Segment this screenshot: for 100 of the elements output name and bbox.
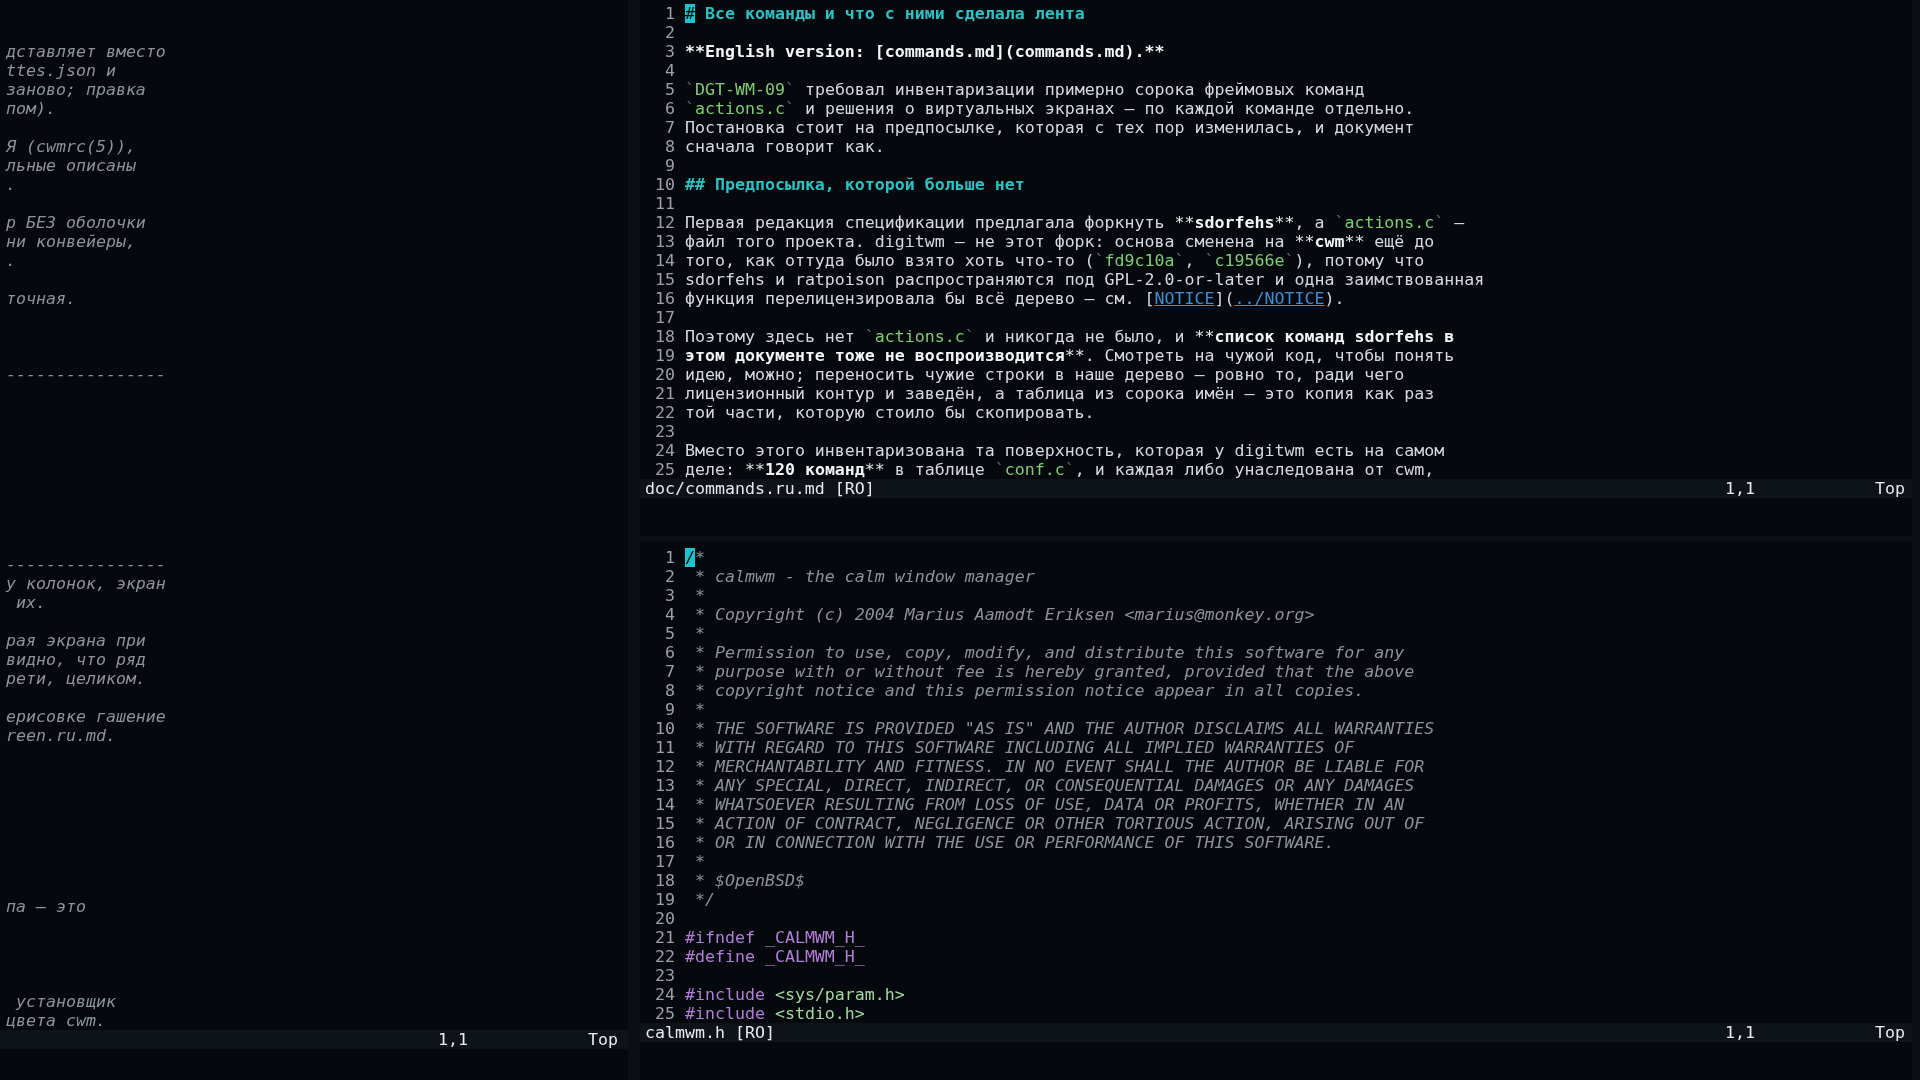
line-number: 2 <box>665 23 675 42</box>
text-line: цвета cwm. <box>6 1011 106 1030</box>
line-number: 18 <box>655 327 675 346</box>
cursor-position: 1,1 <box>1725 1022 1755 1042</box>
text-line: установщик <box>14 992 116 1011</box>
line-number: 7 <box>665 118 675 137</box>
line-number: 4 <box>665 61 675 80</box>
text-line: у колонок, экран <box>6 574 166 593</box>
line-number: 20 <box>655 908 675 928</box>
line-number: 25 <box>655 460 675 479</box>
line-number: 14 <box>655 251 675 270</box>
text-line: рети, целиком. <box>6 669 146 688</box>
text-line: ---------------- <box>6 555 166 574</box>
line-number: 15 <box>655 813 675 833</box>
text-line: ## Предпосылка, которой больше нет <box>685 175 1025 194</box>
line-number: 6 <box>665 642 675 662</box>
line-number: 22 <box>655 403 675 422</box>
line-number: 24 <box>655 984 675 1004</box>
text-line: лицензионный контур и заведён, а таблица из сорока имён — это копия как раз <box>685 384 1435 403</box>
text-line: р БЕЗ оболочки <box>6 213 146 232</box>
text-line: ttes.json и <box>6 61 116 80</box>
line-number: 19 <box>655 346 675 365</box>
line-number: 9 <box>665 699 675 719</box>
text-line: * <box>694 623 705 643</box>
text-line: sdorfehs и ratpoison распространяются под GPL-2.0-or-later и одна заимствованная <box>685 270 1485 289</box>
line-number: 15 <box>655 270 675 289</box>
text-line: идею, можно; переносить чужие строки в наше дерево — ровно то, ради чего <box>685 365 1405 384</box>
line-number: 12 <box>655 756 675 776</box>
line-number: 22 <box>655 946 675 966</box>
text-line: дставляет вместо <box>6 42 166 61</box>
text-line: #include <stdio.h> <box>685 1003 865 1023</box>
text-line: /* <box>685 547 705 567</box>
line-number: 8 <box>665 680 675 700</box>
text-line: файл того проекта. digitwm — не этот форк: основа сменена на **cwm** ещё до <box>685 232 1435 251</box>
line-number: 1 <box>665 547 675 567</box>
line-number: 5 <box>665 80 675 99</box>
text-line: # Все команды и что с ними сделала лента <box>685 4 1085 23</box>
line-number: 23 <box>655 422 675 441</box>
text-line: * <box>694 585 705 605</box>
text-line: * purpose with or without fee is hereby granted, provided that the above <box>694 661 1415 681</box>
line-number: 1 <box>665 4 675 23</box>
text-line: того, как оттуда было взято хоть что-то (`fd9c10a`, `c19566e`), потому что <box>685 251 1425 270</box>
line-number: 21 <box>655 384 675 403</box>
text-line: . <box>6 175 16 194</box>
line-number: 7 <box>665 661 675 681</box>
text-line: #include <sys/param.h> <box>685 984 905 1004</box>
line-number: 17 <box>655 851 675 871</box>
text-line: их. <box>15 593 46 612</box>
scroll-position: Top <box>1875 479 1905 498</box>
text-line: * ANY SPECIAL, DIRECT, INDIRECT, OR CONSEQUENTIAL DAMAGES OR ANY DAMAGES <box>694 775 1415 795</box>
text-line: * OR IN CONNECTION WITH THE USE OR PERFORMANCE OF THIS SOFTWARE. <box>694 832 1335 852</box>
file-name: doc/commands.ru.md [RO] <box>645 479 875 498</box>
text-line: Вместо этого инвентаризована та поверхность, которая у digitwm есть на самом <box>685 441 1445 460</box>
line-number: 3 <box>665 42 675 61</box>
line-number: 13 <box>655 232 675 251</box>
line-number: 8 <box>665 137 675 156</box>
text-line: `actions.c` и решения о виртуальных экранах — по каждой команде отдельно. <box>685 99 1415 118</box>
text-line: * WITH REGARD TO THIS SOFTWARE INCLUDING ALL IMPLIED WARRANTIES OF <box>694 737 1355 757</box>
line-number: 20 <box>655 365 675 384</box>
link[interactable]: ../NOTICE <box>1234 289 1325 308</box>
text-line: ерисовке гашение <box>6 707 166 726</box>
scroll-position: Top <box>588 1030 618 1049</box>
text-line: `DGT-WM-09` требовал инвентаризации примерно сорока фреймовых команд <box>685 80 1365 99</box>
line-number: 25 <box>655 1003 675 1023</box>
text-line: **English version: [commands.md](commands.md).** <box>685 42 1165 61</box>
text-line: льные описаны <box>6 156 136 175</box>
line-number: 19 <box>655 889 675 909</box>
line-number: 16 <box>655 289 675 308</box>
text-line: ---------------- <box>6 365 166 384</box>
line-number: 5 <box>665 623 675 643</box>
text-line: * WHATSOEVER RESULTING FROM LOSS OF USE, DATA OR PROFITS, WHETHER IN AN <box>694 794 1405 814</box>
text-line: сначала говорит как. <box>685 137 885 156</box>
text-line: функция перелицензировала бы всё дерево — см. [NOTICE](../NOTICE). <box>685 289 1345 308</box>
text-line: * $OpenBSD$ <box>694 870 805 890</box>
file-name: calmwm.h [RO] <box>645 1022 775 1042</box>
text-line: * ACTION OF CONTRACT, NEGLIGENCE OR OTHER TORTIOUS ACTION, ARISING OUT OF <box>694 813 1425 833</box>
text-line: ни конвейеры, <box>6 232 136 251</box>
text-line: заново; правка <box>6 80 146 99</box>
text-line: * calmwm - the calm window manager <box>694 566 1035 586</box>
text-line: рая экрана при <box>6 631 146 650</box>
line-number: 2 <box>665 566 675 586</box>
text-line: #define _CALMWM_H_ <box>685 946 865 966</box>
line-number: 18 <box>655 870 675 890</box>
text-line: * <box>694 699 705 719</box>
text-line: */ <box>694 889 715 909</box>
line-number: 10 <box>655 718 675 738</box>
line-number: 17 <box>655 308 675 327</box>
text-line: видно, что ряд <box>6 650 146 669</box>
line-number: 23 <box>655 965 675 985</box>
line-number: 12 <box>655 213 675 232</box>
text-line: * copyright notice and this permission notice appear in all copies. <box>694 680 1365 700</box>
text-line: * <box>694 851 705 871</box>
link[interactable]: NOTICE <box>1154 289 1215 308</box>
text-line: точная. <box>6 289 76 308</box>
text-line: * THE SOFTWARE IS PROVIDED "AS IS" AND THE AUTHOR DISCLAIMS ALL WARRANTIES <box>694 718 1435 738</box>
line-number: 11 <box>655 194 675 213</box>
line-number: 16 <box>655 832 675 852</box>
text-line: Постановка стоит на предпосылке, которая с тех пор изменилась, и документ <box>685 118 1415 137</box>
cursor-position: 1,1 <box>438 1030 468 1049</box>
text-line: Первая редакция спецификации предлагала форкнуть **sdorfehs**, а `actions.c` — <box>685 213 1465 232</box>
